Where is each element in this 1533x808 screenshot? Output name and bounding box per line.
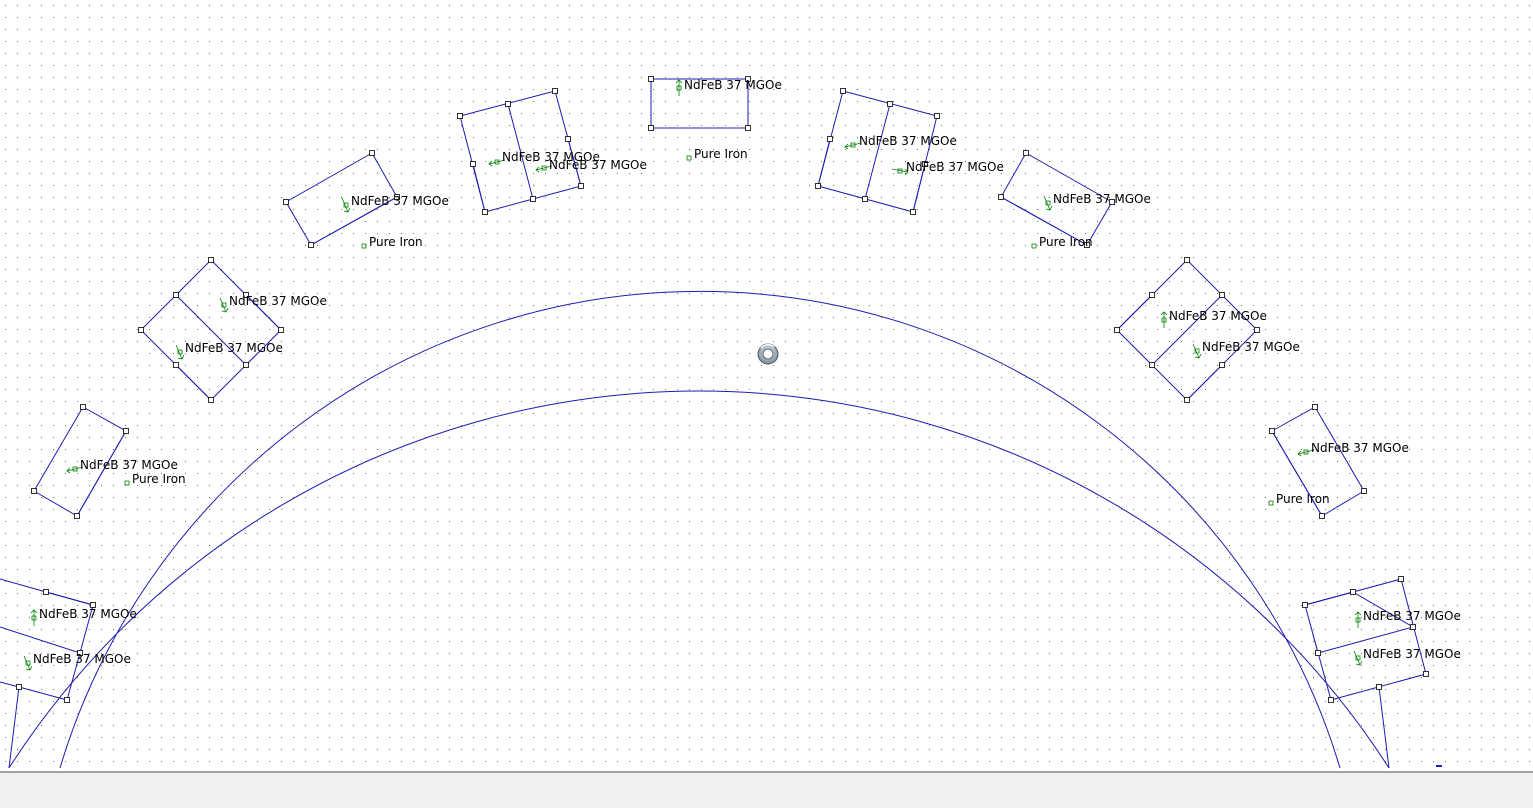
block-label-iron: Pure Iron xyxy=(1039,235,1093,249)
geometry-node[interactable] xyxy=(1350,589,1356,595)
geometry-node[interactable] xyxy=(138,327,144,333)
geometry-node[interactable] xyxy=(208,397,214,403)
block-label-magnet: NdFeB 37 MGOe xyxy=(1363,609,1461,623)
geometry-node[interactable] xyxy=(308,242,314,248)
geometry-node[interactable] xyxy=(827,136,833,142)
grid-dots xyxy=(0,0,1533,770)
geometry-node[interactable] xyxy=(1319,513,1325,519)
geometry-node[interactable] xyxy=(648,76,654,82)
geometry-node[interactable] xyxy=(208,257,214,263)
geometry-node[interactable] xyxy=(16,684,22,690)
geometry-node[interactable] xyxy=(173,362,179,368)
geometry-node[interactable] xyxy=(457,113,463,119)
block-label-magnet: NdFeB 37 MGOe xyxy=(185,341,283,355)
geometry-node[interactable] xyxy=(910,209,916,215)
spinner-ring-icon xyxy=(757,343,779,365)
block-label-magnet: NdFeB 37 MGOe xyxy=(229,294,327,308)
geometry-node[interactable] xyxy=(74,513,80,519)
block-label-magnet: NdFeB 37 MGOe xyxy=(351,194,449,208)
block-label-magnet: NdFeB 37 MGOe xyxy=(684,78,782,92)
block-label-magnet: NdFeB 37 MGOe xyxy=(1169,309,1267,323)
block-label-magnet: NdFeB 37 MGOe xyxy=(859,134,957,148)
geometry-node[interactable] xyxy=(1423,671,1429,677)
geometry-node[interactable] xyxy=(369,150,375,156)
block-label-magnet: NdFeB 37 MGOe xyxy=(39,607,137,621)
geometry-node[interactable] xyxy=(1410,624,1416,630)
geometry-node[interactable] xyxy=(1219,292,1225,298)
geometry-node[interactable] xyxy=(278,327,284,333)
block-label-iron: Pure Iron xyxy=(369,235,423,249)
geometry-node[interactable] xyxy=(840,88,846,94)
geometry-node[interactable] xyxy=(505,101,511,107)
geometry-node[interactable] xyxy=(283,199,289,205)
geometry-node[interactable] xyxy=(1219,362,1225,368)
geometry-node[interactable] xyxy=(1254,327,1260,333)
geometry-node[interactable] xyxy=(1315,650,1321,656)
geometry-node[interactable] xyxy=(1269,428,1275,434)
block-label-iron: Pure Iron xyxy=(132,472,186,486)
geometry-node[interactable] xyxy=(173,292,179,298)
geometry-node[interactable] xyxy=(470,161,476,167)
block-label-magnet: NdFeB 37 MGOe xyxy=(906,160,1004,174)
geometry-node[interactable] xyxy=(80,404,86,410)
geometry-node[interactable] xyxy=(1302,602,1308,608)
geometry-node[interactable] xyxy=(862,196,868,202)
geometry-node[interactable] xyxy=(815,183,821,189)
geometry-node[interactable] xyxy=(1184,257,1190,263)
geometry-node[interactable] xyxy=(64,697,70,703)
block-label-magnet: NdFeB 37 MGOe xyxy=(549,158,647,172)
geometry-node[interactable] xyxy=(530,196,536,202)
geometry-view[interactable]: NdFeB 37 MGOe NdFeB 37 MGOe NdFeB 37 MGO… xyxy=(0,0,1533,770)
geometry-node[interactable] xyxy=(43,589,49,595)
geometry-node[interactable] xyxy=(565,136,571,142)
geometry-node[interactable] xyxy=(934,113,940,119)
geometry-node[interactable] xyxy=(243,362,249,368)
geometry-node[interactable] xyxy=(1376,684,1382,690)
geometry-node[interactable] xyxy=(887,101,893,107)
geometry-node[interactable] xyxy=(1312,404,1318,410)
geometry-node[interactable] xyxy=(1328,697,1334,703)
geometry-node[interactable] xyxy=(552,88,558,94)
block-label-magnet: NdFeB 37 MGOe xyxy=(1053,192,1151,206)
drawing-canvas[interactable]: NdFeB 37 MGOe NdFeB 37 MGOe NdFeB 37 MGO… xyxy=(0,0,1533,770)
block-label-magnet: NdFeB 37 MGOe xyxy=(1311,441,1409,455)
geometry-node[interactable] xyxy=(1398,576,1404,582)
block-label-magnet: NdFeB 37 MGOe xyxy=(33,652,131,666)
geometry-node[interactable] xyxy=(648,125,654,131)
block-label-magnet: NdFeB 37 MGOe xyxy=(1363,647,1461,661)
geometry-node[interactable] xyxy=(123,428,129,434)
block-label-iron: Pure Iron xyxy=(694,147,748,161)
geometry-node[interactable] xyxy=(1114,327,1120,333)
geometry-node[interactable] xyxy=(578,183,584,189)
block-label-magnet: NdFeB 37 MGOe xyxy=(1202,340,1300,354)
geometry-node[interactable] xyxy=(998,194,1004,200)
geometry-node[interactable] xyxy=(1361,488,1367,494)
geometry-node[interactable] xyxy=(1184,397,1190,403)
block-label-iron: Pure Iron xyxy=(1276,492,1330,506)
geometry-node[interactable] xyxy=(745,125,751,131)
geometry-node[interactable] xyxy=(31,488,37,494)
edge-tick xyxy=(1436,765,1442,767)
geometry-node[interactable] xyxy=(1023,150,1029,156)
status-bar xyxy=(0,771,1533,808)
geometry-node[interactable] xyxy=(1149,362,1155,368)
geometry-node[interactable] xyxy=(482,209,488,215)
block-label-magnet: NdFeB 37 MGOe xyxy=(80,458,178,472)
geometry-node[interactable] xyxy=(1149,292,1155,298)
